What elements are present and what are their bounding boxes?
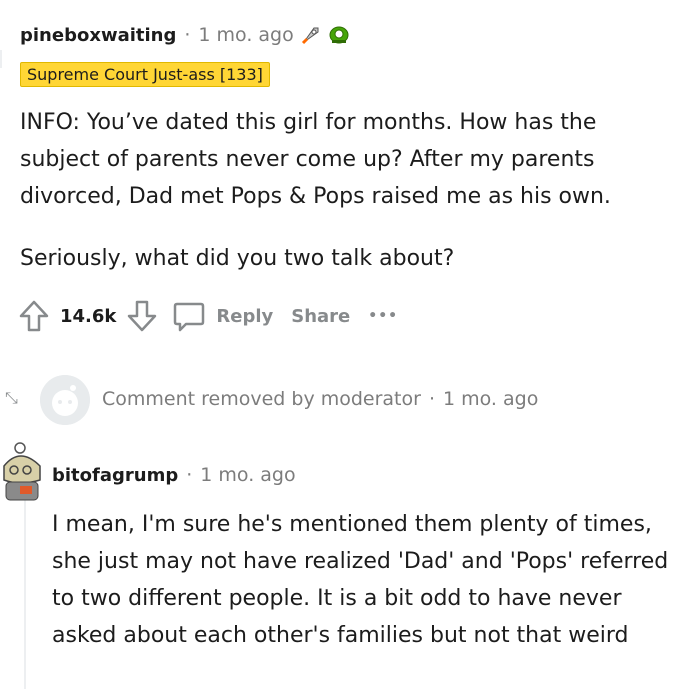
reply-label: Reply (216, 305, 274, 327)
separator-dot: · (184, 24, 191, 46)
comment-body: I mean, I'm sure he's mentioned them ple… (52, 512, 669, 648)
reply-icon (174, 302, 205, 332)
comment-actions: 14.6k Reply Share ••• (18, 296, 416, 336)
upvote-icon (19, 300, 49, 332)
comment-timestamp[interactable]: 1 mo. ago (200, 464, 295, 486)
rocket-award-icon[interactable] (300, 24, 322, 46)
comment-author[interactable]: pineboxwaiting (20, 25, 176, 46)
removed-comment-timestamp[interactable]: 1 mo. ago (443, 388, 538, 410)
comment-body-paragraph-1: INFO: You’ve dated this girl for months.… (20, 110, 611, 209)
downvote-icon (128, 300, 157, 332)
comment-timestamp[interactable]: 1 mo. ago (198, 24, 293, 46)
thread-line-top[interactable] (0, 50, 2, 68)
user-flair: Supreme Court Just-ass [133] (20, 62, 270, 87)
share-label: Share (291, 305, 351, 327)
reply-button[interactable]: Reply (172, 299, 273, 333)
removed-comment-text: Comment removed by moderator (102, 388, 421, 410)
comment-meta: bitofagrump · 1 mo. ago (52, 464, 296, 486)
comment-author[interactable]: bitofagrump (52, 465, 178, 486)
more-options-icon: ••• (368, 308, 399, 324)
share-button[interactable]: Share (291, 306, 350, 327)
upvote-button[interactable] (18, 299, 50, 333)
removed-comment-meta: Comment removed by moderator · 1 mo. ago (102, 388, 538, 410)
user-avatar[interactable] (0, 440, 46, 504)
vote-score: 14.6k (60, 305, 117, 327)
default-avatar (40, 375, 90, 425)
downvote-button[interactable] (126, 299, 158, 333)
comment-meta: pineboxwaiting · 1 mo. ago (20, 24, 350, 46)
separator-dot: · (428, 388, 435, 410)
comment-body-paragraph-2: Seriously, what did you two talk about? (20, 246, 455, 271)
money-award-icon[interactable] (328, 24, 350, 46)
thread-line-bottom[interactable] (24, 496, 26, 689)
expand-thread-icon[interactable]: ⤡ (5, 388, 18, 408)
more-options-button[interactable]: ••• (368, 308, 398, 324)
separator-dot: · (186, 464, 193, 486)
